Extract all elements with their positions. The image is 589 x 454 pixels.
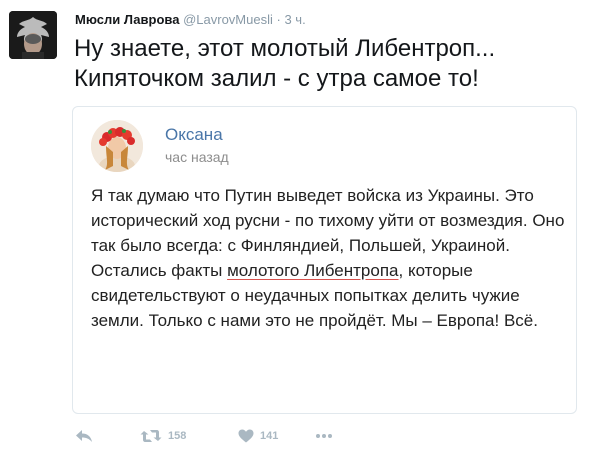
tweet-text: Ну знаете, этот молотый Либентроп... Кип… <box>74 34 579 94</box>
tweet-text-line-2: Кипяточком залил - с утра самое то! <box>74 65 479 92</box>
heart-icon <box>238 429 254 443</box>
retweet-icon <box>140 430 162 442</box>
author-avatar-image <box>9 11 57 59</box>
reply-button[interactable] <box>75 426 93 446</box>
reply-icon <box>76 430 92 442</box>
author-name[interactable]: Мюсли Лаврова <box>75 12 179 27</box>
tweet-header: Мюсли Лаврова @LavrovMuesli · 3 ч. <box>75 12 306 27</box>
tweet-actions: 158 141 <box>75 426 375 446</box>
quoted-post-time: час назад <box>165 149 229 165</box>
like-count: 141 <box>260 430 279 442</box>
like-button[interactable]: 141 <box>238 426 278 446</box>
quoted-avatar-image <box>91 120 143 172</box>
retweet-count: 158 <box>168 430 187 442</box>
more-icon <box>316 434 332 438</box>
quoted-post[interactable]: Оксана час назад Я так думаю что Путин в… <box>72 106 577 414</box>
quoted-text-underlined: молотого Либентропа <box>227 261 399 280</box>
tweet-card: Мюсли Лаврова @LavrovMuesli · 3 ч. Ну зн… <box>0 0 589 454</box>
quoted-author-avatar[interactable] <box>91 120 143 172</box>
author-handle[interactable]: @LavrovMuesli <box>183 12 273 27</box>
retweet-button[interactable]: 158 <box>140 426 186 446</box>
tweet-text-line-1: Ну знаете, этот молотый Либентроп... <box>74 35 496 62</box>
more-button[interactable] <box>315 426 333 446</box>
tweet-timestamp[interactable]: 3 ч. <box>284 12 305 27</box>
quoted-author-name[interactable]: Оксана <box>165 125 223 145</box>
author-avatar[interactable] <box>9 11 57 59</box>
header-separator: · <box>276 12 281 27</box>
quoted-post-text: Я так думаю что Путин выведет войска из … <box>91 183 569 333</box>
